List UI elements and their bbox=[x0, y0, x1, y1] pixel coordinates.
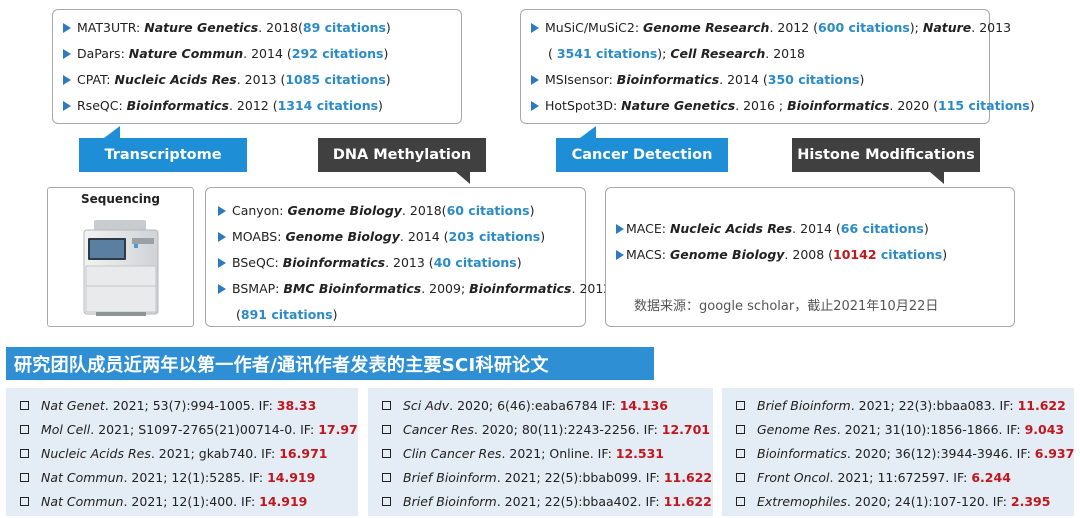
paper-entry: Genome Res. 2021; 31(10):1856-1866. IF: … bbox=[736, 422, 1064, 438]
triangle-bullet-icon bbox=[616, 223, 624, 234]
tool-entry: HotSpot3D: Nature Genetics. 2016 ; Bioin… bbox=[531, 98, 1035, 114]
tool-entry: BSeQC: Bioinformatics. 2013 (40 citation… bbox=[218, 255, 585, 271]
square-bullet-icon bbox=[20, 473, 29, 482]
square-bullet-icon bbox=[382, 401, 391, 410]
tool-entry: DaPars: Nature Commun. 2014 (292 citatio… bbox=[63, 46, 461, 62]
transcriptome-tag: Transcriptome bbox=[79, 138, 247, 172]
histone-tools-box: MACE: Nucleic Acids Res. 2014 (66 citati… bbox=[605, 187, 1015, 327]
paper-entry: Extremophiles. 2020; 24(1):107-120. IF: … bbox=[736, 494, 1050, 510]
histone-modifications-tag: Histone Modifications bbox=[792, 138, 980, 172]
triangle-bullet-icon bbox=[218, 231, 226, 242]
paper-entry: Nat Commun. 2021; 12(1):5285. IF: 14.919 bbox=[20, 470, 315, 486]
sequencing-image-box: Sequencing bbox=[47, 187, 194, 327]
histone-tag-pointer bbox=[930, 172, 944, 184]
paper-entry: Cancer Res. 2020; 80(11):2243-2256. IF: … bbox=[382, 422, 710, 438]
tool-entry: MAT3UTR: Nature Genetics. 2018(89 citati… bbox=[63, 20, 461, 36]
square-bullet-icon bbox=[382, 425, 391, 434]
square-bullet-icon bbox=[736, 401, 745, 410]
tool-entry: MACE: Nucleic Acids Res. 2014 (66 citati… bbox=[616, 221, 1014, 237]
paper-list-column-1: Nat Genet. 2021; 53(7):994-1005. IF: 38.… bbox=[6, 388, 358, 516]
paper-entry: Nucleic Acids Res. 2021; gkab740. IF: 16… bbox=[20, 446, 327, 462]
section-heading: 研究团队成员近两年以第一作者/通讯作者发表的主要SCI科研论文 bbox=[6, 347, 654, 380]
cancer-detection-tag: Cancer Detection bbox=[556, 138, 728, 172]
dna-methylation-tag-pointer bbox=[456, 172, 470, 184]
square-bullet-icon bbox=[20, 425, 29, 434]
triangle-bullet-icon bbox=[218, 257, 226, 268]
paper-entry: Nat Genet. 2021; 53(7):994-1005. IF: 38.… bbox=[20, 398, 316, 414]
sequencing-label: Sequencing bbox=[81, 192, 160, 206]
square-bullet-icon bbox=[20, 497, 29, 506]
dna-methylation-tools-box: Canyon: Genome Biology. 2018(60 citation… bbox=[205, 187, 611, 327]
paper-list-column-2: Sci Adv. 2020; 6(46):eaba6784 IF: 14.136… bbox=[368, 388, 713, 516]
paper-entry: Brief Bioinform. 2021; 22(3):bbaa083. IF… bbox=[736, 398, 1066, 414]
square-bullet-icon bbox=[736, 449, 745, 458]
triangle-bullet-icon bbox=[531, 74, 539, 85]
triangle-bullet-icon bbox=[63, 22, 71, 33]
triangle-bullet-icon bbox=[63, 48, 71, 59]
tool-entry: CPAT: Nucleic Acids Res. 2013 (1085 cita… bbox=[63, 72, 461, 88]
tool-entry: BSMAP: BMC Bioinformatics. 2009; Bioinfo… bbox=[218, 281, 611, 297]
tool-entry: Canyon: Genome Biology. 2018(60 citation… bbox=[218, 203, 585, 219]
tool-entry-continued: (891 citations) bbox=[236, 307, 338, 322]
square-bullet-icon bbox=[382, 473, 391, 482]
tool-entry: RseQC: Bioinformatics. 2012 (1314 citati… bbox=[63, 98, 461, 114]
square-bullet-icon bbox=[382, 497, 391, 506]
paper-entry: Sci Adv. 2020; 6(46):eaba6784 IF: 14.136 bbox=[382, 398, 668, 414]
data-source-note: 数据来源：google scholar，截止2021年10月22日 bbox=[634, 299, 939, 314]
triangle-bullet-icon bbox=[63, 100, 71, 111]
triangle-bullet-icon bbox=[531, 22, 539, 33]
tool-entry: MuSiC/MuSiC2: Genome Research. 2012 (600… bbox=[531, 20, 1011, 36]
square-bullet-icon bbox=[736, 497, 745, 506]
square-bullet-icon bbox=[382, 449, 391, 458]
dna-methylation-tag: DNA Methylation bbox=[318, 138, 486, 172]
transcriptome-tag-pointer bbox=[104, 126, 120, 138]
triangle-bullet-icon bbox=[218, 283, 226, 294]
paper-entry: Nat Commun. 2021; 12(1):400. IF: 14.919 bbox=[20, 494, 307, 510]
tool-entry-continued: ( 3541 citations); Cell Research. 2018 bbox=[548, 46, 806, 61]
paper-entry: Brief Bioinform. 2021; 22(5):bbaa402. IF… bbox=[382, 494, 712, 510]
square-bullet-icon bbox=[736, 473, 745, 482]
paper-entry: Clin Cancer Res. 2021; Online. IF: 12.53… bbox=[382, 446, 664, 462]
paper-entry: Bioinformatics. 2020; 36(12):3944-3946. … bbox=[736, 446, 1074, 462]
triangle-bullet-icon bbox=[63, 74, 71, 85]
square-bullet-icon bbox=[736, 425, 745, 434]
square-bullet-icon bbox=[20, 449, 29, 458]
paper-entry: Mol Cell. 2021; S1097-2765(21)00714-0. I… bbox=[20, 422, 358, 438]
tool-entry: MACS: Genome Biology. 2008 (10142 citati… bbox=[616, 247, 1014, 263]
triangle-bullet-icon bbox=[218, 205, 226, 216]
square-bullet-icon bbox=[20, 401, 29, 410]
triangle-bullet-icon bbox=[531, 100, 539, 111]
transcriptome-tools-box: MAT3UTR: Nature Genetics. 2018(89 citati… bbox=[52, 9, 462, 124]
cancer-detection-tools-box: MuSiC/MuSiC2: Genome Research. 2012 (600… bbox=[520, 9, 1035, 124]
tool-entry: MOABS: Genome Biology. 2014 (203 citatio… bbox=[218, 229, 585, 245]
paper-entry: Front Oncol. 2021; 11:672597. IF: 6.244 bbox=[736, 470, 1011, 486]
cancer-detection-tag-pointer bbox=[580, 126, 596, 138]
triangle-bullet-icon bbox=[616, 249, 624, 260]
tool-entry: MSIsensor: Bioinformatics. 2014 (350 cit… bbox=[531, 72, 989, 88]
paper-entry: Brief Bioinform. 2021; 22(5):bbab099. IF… bbox=[382, 470, 712, 486]
paper-list-column-3: Brief Bioinform. 2021; 22(3):bbaa083. IF… bbox=[722, 388, 1074, 516]
sequencer-machine-icon bbox=[83, 220, 159, 316]
